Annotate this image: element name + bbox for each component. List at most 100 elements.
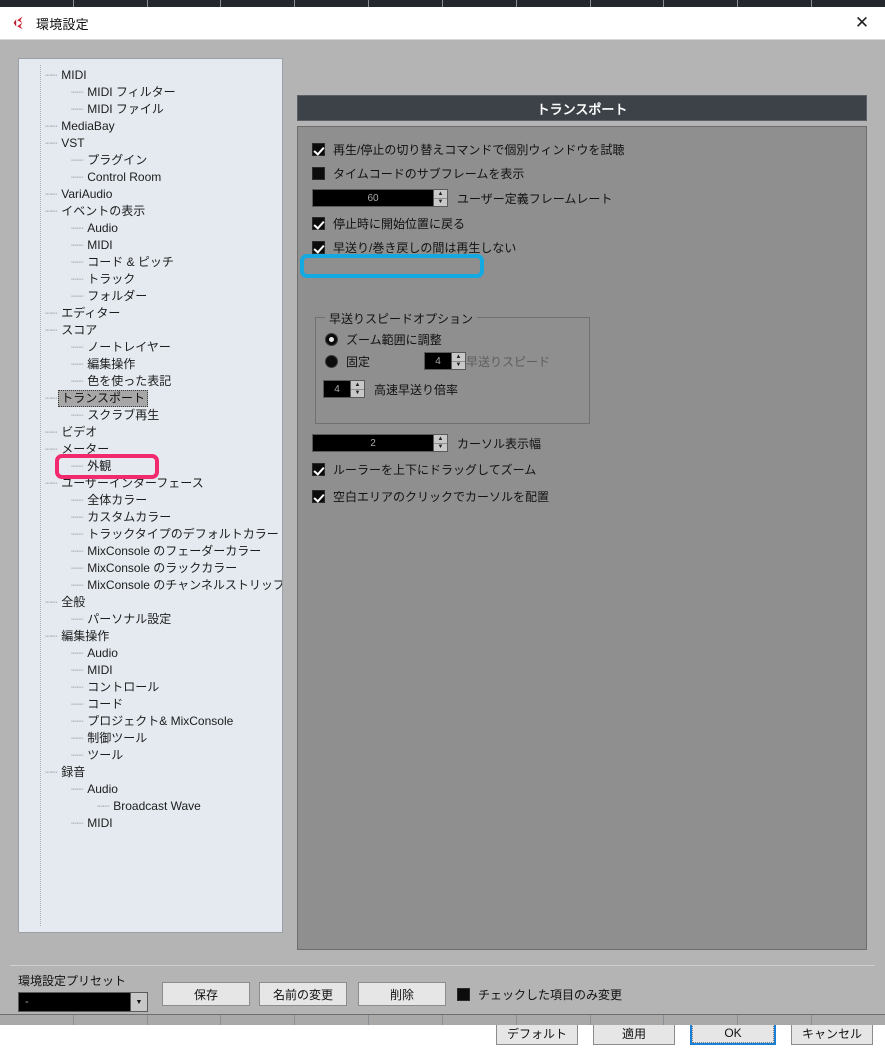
checkbox-audition-separate-window[interactable] (312, 142, 325, 156)
sidebar-item[interactable]: ┈┈ コード & ピッチ (19, 254, 282, 271)
checkbox-blank-click-cursor[interactable] (312, 489, 325, 503)
field-cursor-width[interactable]: 2 ▲ ▼ カーソル表示幅 (298, 430, 541, 456)
background-app-ruler-top (0, 0, 885, 7)
cursor-width-input[interactable]: 2 ▲ ▼ (312, 434, 448, 452)
tree-connector-icon: ┈┈ (71, 783, 83, 796)
stepper-down-icon[interactable]: ▼ (452, 362, 465, 370)
option-return-to-start[interactable]: 停止時に開始位置に戻る (298, 211, 866, 235)
sidebar-item[interactable]: ┈┈ ビデオ (19, 424, 282, 441)
checkbox-return-to-start[interactable] (312, 216, 325, 230)
save-preset-button[interactable]: 保存 (162, 982, 250, 1006)
ruler-tick (591, 0, 665, 7)
tree-connector-icon: ┈┈ (45, 137, 57, 150)
sidebar-item[interactable]: ┈┈ コード (19, 696, 282, 713)
radio-fixed[interactable] (325, 354, 338, 368)
settings-tree[interactable]: ┈┈ MIDI ┈┈ MIDI フィルター ┈┈ MIDI ファイル ┈┈ MediaBay ┈… (19, 59, 282, 932)
sidebar-item[interactable]: ┈┈ ノートレイヤー (19, 339, 282, 356)
sidebar-item[interactable]: ┈┈ Audio (19, 645, 282, 662)
sidebar-item[interactable]: ┈┈ VariAudio (19, 186, 282, 203)
sidebar-item[interactable]: ┈┈ 全般 (19, 594, 282, 611)
sidebar-item[interactable]: ┈┈ フォルダー (19, 288, 282, 305)
ff-speed-stepper[interactable]: ▲ ▼ (451, 353, 466, 370)
sidebar-item[interactable]: ┈┈ スクラブ再生 (19, 407, 282, 424)
stepper-up-icon[interactable]: ▲ (351, 381, 364, 390)
tree-connector-icon: ┈┈ (45, 307, 57, 320)
sidebar-item[interactable]: ┈┈ コントロール (19, 679, 282, 696)
stepper-up-icon[interactable]: ▲ (452, 353, 466, 362)
sidebar-item[interactable]: ┈┈ プラグイン (19, 152, 282, 169)
close-icon[interactable]: ✕ (839, 7, 885, 39)
cursor-width-stepper[interactable]: ▲ ▼ (433, 435, 447, 451)
sidebar-item[interactable]: ┈┈ MIDI (19, 237, 282, 254)
sidebar-item[interactable]: ┈┈ Audio (19, 220, 282, 237)
option-show-subframes[interactable]: タイムコードのサブフレームを表示 (298, 161, 866, 185)
sidebar-item[interactable]: ┈┈ Control Room (19, 169, 282, 186)
sidebar-item[interactable]: ┈┈ VST (19, 135, 282, 152)
checkbox-show-subframes[interactable] (312, 166, 325, 180)
option-label: 停止時に開始位置に戻る (333, 216, 466, 231)
stepper-down-icon[interactable]: ▼ (434, 444, 447, 452)
sidebar-item[interactable]: ┈┈ 録音 (19, 764, 282, 781)
sidebar-item[interactable]: ┈┈ メーター (19, 441, 282, 458)
option-only-checked[interactable]: チェックした項目のみ変更 (457, 986, 622, 1003)
stepper-down-icon[interactable]: ▼ (434, 199, 447, 207)
sidebar-item[interactable]: ┈┈ トラックタイプのデフォルトカラー (19, 526, 282, 543)
user-framerate-stepper[interactable]: ▲ ▼ (433, 190, 447, 206)
sidebar-item-label: Audio (87, 221, 118, 235)
sidebar-item[interactable]: ┈┈ 編集操作 (19, 628, 282, 645)
ruler-tick (221, 0, 296, 7)
option-blank-click-cursor[interactable]: 空白エリアのクリックでカーソルを配置 (298, 484, 549, 508)
radio-adjust-zoom[interactable] (325, 332, 338, 346)
option-audition-separate-window[interactable]: 再生/停止の切り替えコマンドで個別ウィンドウを試聴 (298, 137, 866, 161)
sidebar-item[interactable]: ┈┈ MixConsole のチャンネルストリップカラー (19, 577, 282, 594)
user-framerate-input[interactable]: 60 ▲ ▼ (312, 189, 448, 207)
sidebar-item[interactable]: ┈┈ ユーザーインターフェース (19, 475, 282, 492)
chevron-down-icon[interactable]: ▼ (130, 993, 147, 1011)
sidebar-item[interactable]: ┈┈ イベントの表示 (19, 203, 282, 220)
option-ruler-drag-zoom[interactable]: ルーラーを上下にドラッグしてズーム (298, 457, 536, 481)
sidebar-item[interactable]: ┈┈ MIDI (19, 815, 282, 832)
radio-row-fixed[interactable]: 固定 4 ▲ ▼ 早送りスピード (316, 350, 589, 372)
sidebar-item[interactable]: ┈┈ Audio (19, 781, 282, 798)
ff-speed-input[interactable]: 4 ▲ ▼ (424, 352, 467, 370)
sidebar-item[interactable]: ┈┈ エディター (19, 305, 282, 322)
settings-tree-panel[interactable]: ┈┈ MIDI ┈┈ MIDI フィルター ┈┈ MIDI ファイル ┈┈ MediaBay ┈… (18, 58, 283, 933)
checkbox-only-checked[interactable] (457, 988, 470, 1001)
sidebar-item[interactable]: ┈┈ プロジェクト& MixConsole (19, 713, 282, 730)
checkbox-ruler-drag-zoom[interactable] (312, 462, 325, 476)
fast-ff-factor-input[interactable]: 4 ▲ ▼ (323, 380, 365, 398)
field-fast-ff-factor[interactable]: 4 ▲ ▼ 高速早送り倍率 (316, 376, 589, 402)
stepper-down-icon[interactable]: ▼ (351, 390, 364, 398)
sidebar-item[interactable]: ┈┈ Broadcast Wave (19, 798, 282, 815)
stepper-up-icon[interactable]: ▲ (434, 190, 447, 199)
fast-ff-factor-stepper[interactable]: ▲ ▼ (350, 381, 364, 397)
option-no-playback-during-ff[interactable]: 早送り/巻き戻しの間は再生しない (298, 235, 866, 259)
sidebar-item[interactable]: ┈┈ 色を使った表記 (19, 373, 282, 390)
delete-preset-button[interactable]: 削除 (358, 982, 446, 1006)
sidebar-item[interactable]: ┈┈ MIDI ファイル (19, 101, 282, 118)
preset-dropdown[interactable]: - ▼ (18, 992, 148, 1012)
sidebar-item[interactable]: ┈┈ 編集操作 (19, 356, 282, 373)
sidebar-item[interactable]: ┈┈ 外観 (19, 458, 282, 475)
sidebar-item[interactable]: ┈┈ MixConsole のフェーダーカラー (19, 543, 282, 560)
radio-row-adjust-zoom[interactable]: ズーム範囲に調整 (316, 328, 589, 350)
sidebar-item[interactable]: ┈┈ MIDI フィルター (19, 84, 282, 101)
sidebar-item[interactable]: ┈┈ パーソナル設定 (19, 611, 282, 628)
field-user-framerate[interactable]: 60 ▲ ▼ ユーザー定義フレームレート (298, 185, 866, 211)
field-label: ユーザー定義フレームレート (457, 191, 613, 206)
sidebar-item[interactable]: ┈┈ トランスポート (19, 390, 282, 407)
sidebar-item[interactable]: ┈┈ カスタムカラー (19, 509, 282, 526)
sidebar-item[interactable]: ┈┈ スコア (19, 322, 282, 339)
sidebar-item[interactable]: ┈┈ ツール (19, 747, 282, 764)
sidebar-item[interactable]: ┈┈ MixConsole のラックカラー (19, 560, 282, 577)
sidebar-item[interactable]: ┈┈ MIDI (19, 67, 282, 84)
checkbox-no-playback-during-ff[interactable] (312, 240, 325, 254)
sidebar-item[interactable]: ┈┈ MIDI (19, 662, 282, 679)
sidebar-item[interactable]: ┈┈ MediaBay (19, 118, 282, 135)
rename-preset-button[interactable]: 名前の変更 (259, 982, 347, 1006)
sidebar-item-label: トラック (87, 272, 136, 286)
sidebar-item[interactable]: ┈┈ 全体カラー (19, 492, 282, 509)
stepper-up-icon[interactable]: ▲ (434, 435, 447, 444)
sidebar-item[interactable]: ┈┈ トラック (19, 271, 282, 288)
sidebar-item[interactable]: ┈┈ 制御ツール (19, 730, 282, 747)
